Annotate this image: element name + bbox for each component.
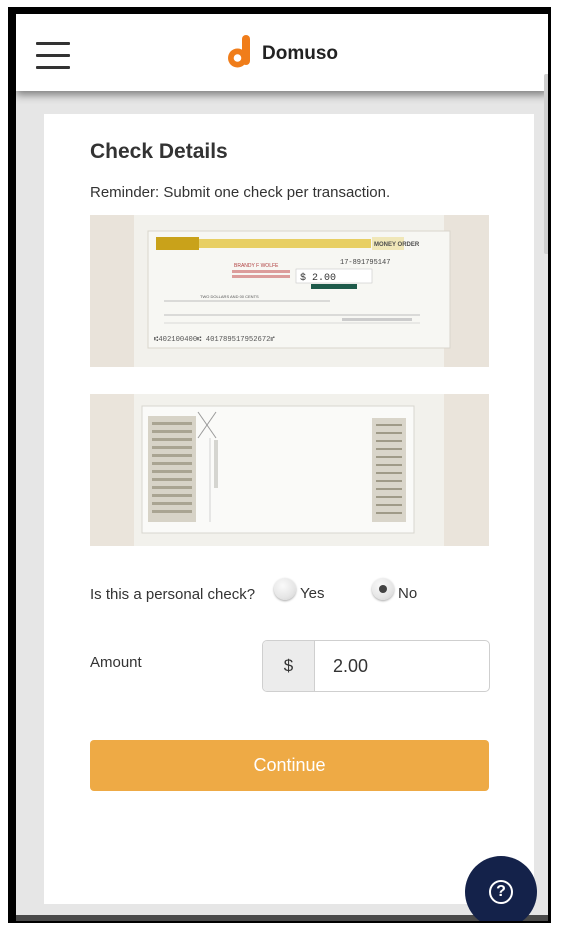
amount-input[interactable]	[315, 641, 485, 691]
check-banner: MONEY ORDER	[374, 242, 420, 248]
brand-name: Domuso	[262, 43, 338, 64]
page-title: Check Details	[90, 140, 228, 163]
check-front-photo: MONEY ORDER 17-891795147 BRANDY F WOLFE …	[90, 215, 489, 367]
radio-yes-button[interactable]	[274, 578, 296, 600]
check-back-photo	[90, 394, 489, 546]
hamburger-menu-icon[interactable]	[36, 42, 70, 70]
continue-button[interactable]: Continue	[90, 740, 489, 791]
check-amount: $ 2.00	[300, 272, 336, 284]
radio-no-label: No	[398, 585, 418, 602]
check-serial: 17-891795147	[340, 259, 390, 267]
app-header: Domuso	[16, 14, 548, 254]
device-frame: Domuso Check Details Reminder: Submit on…	[8, 7, 551, 923]
currency-addon: $	[263, 641, 315, 691]
check-payee: BRANDY F WOLFE	[234, 263, 279, 269]
check-details-card: Check Details Reminder: Submit one check…	[44, 114, 534, 904]
check-micr: ⑆402100400⑆ 401789517952672⑈	[154, 336, 275, 344]
domuso-logo-icon	[228, 35, 250, 68]
check-back-image	[90, 394, 489, 546]
amount-label: Amount	[90, 654, 142, 671]
question-help-icon: ?	[489, 880, 513, 904]
radio-no-button[interactable]	[372, 578, 394, 600]
amount-field: $	[262, 640, 490, 692]
bottom-bar	[16, 915, 548, 921]
check-pay-line: TWO DOLLARS AND 00 CENTS	[200, 294, 259, 299]
help-button[interactable]: ?	[465, 856, 537, 921]
radio-yes-label: Yes	[300, 585, 325, 602]
personal-check-question: Is this a personal check?	[90, 586, 256, 603]
scrollbar[interactable]	[544, 74, 548, 254]
app-screen: Domuso Check Details Reminder: Submit on…	[16, 14, 548, 921]
check-front-image: MONEY ORDER 17-891795147 BRANDY F WOLFE …	[90, 215, 489, 367]
reminder-text: Reminder: Submit one check per transacti…	[90, 184, 391, 201]
